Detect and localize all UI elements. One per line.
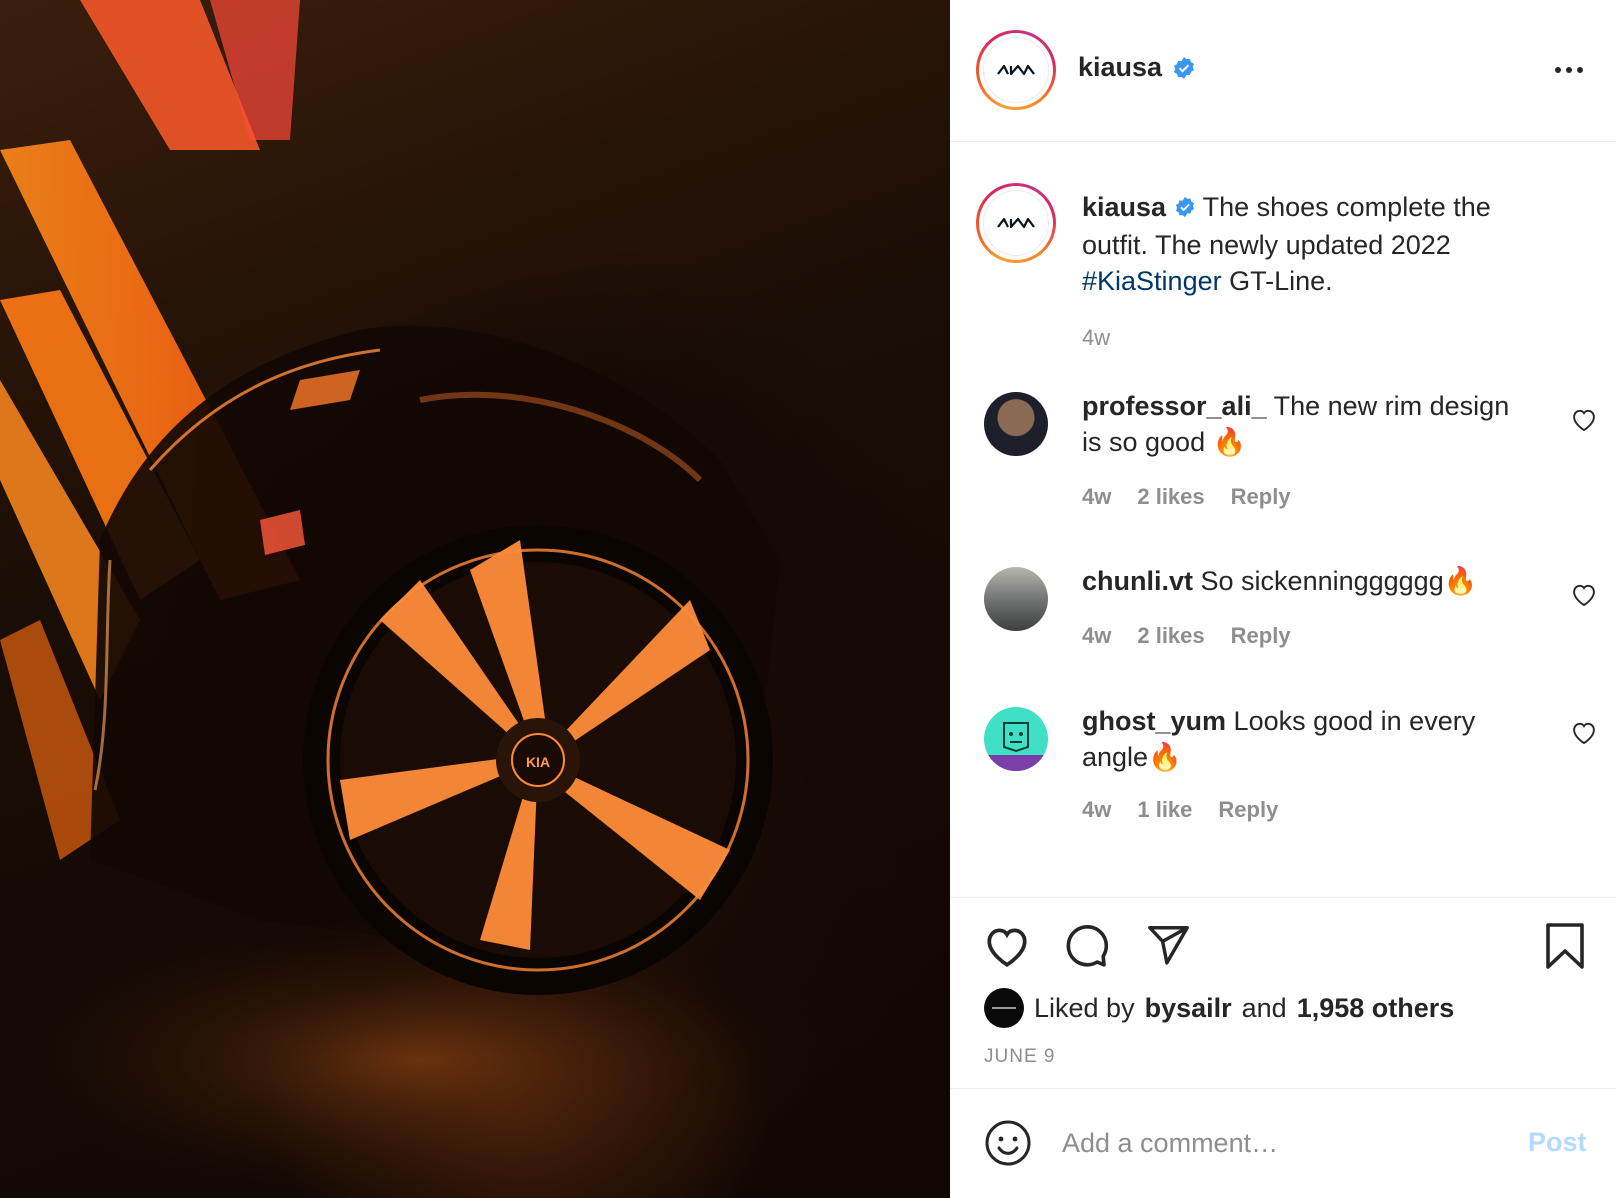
comment-meta: 4w 2 likes Reply — [1082, 623, 1291, 649]
comment-heart-icon[interactable] — [1570, 719, 1598, 745]
comment-likes[interactable]: 2 likes — [1137, 484, 1204, 510]
post-date[interactable]: JUNE 9 — [984, 1046, 1055, 1068]
comment-text: professor_ali_ The new rim design is so … — [1082, 388, 1532, 460]
comment-username[interactable]: professor_ali_ — [1082, 391, 1267, 421]
caption-timestamp[interactable]: 4w — [1082, 325, 1110, 351]
commenter-avatar[interactable] — [984, 567, 1048, 631]
post-comment-button[interactable]: Post — [1528, 1127, 1587, 1158]
smiley-icon[interactable] — [984, 1119, 1032, 1167]
commenter-avatar[interactable] — [984, 707, 1048, 771]
comment-time[interactable]: 4w — [1082, 484, 1111, 510]
comment-meta: 4w 2 likes Reply — [1082, 484, 1291, 510]
add-comment-bar: Post — [950, 1088, 1616, 1198]
comment-time[interactable]: 4w — [1082, 797, 1111, 823]
comment-likes[interactable]: 2 likes — [1137, 623, 1204, 649]
comment-username[interactable]: ghost_yum — [1082, 706, 1226, 736]
post-side-panel: kiausa kiausa The shoes complete the out… — [950, 0, 1616, 1198]
liked-by-prefix: Liked by — [1034, 992, 1135, 1023]
post-header: kiausa — [950, 0, 1616, 142]
comment-bubble-icon[interactable] — [1062, 922, 1110, 970]
more-options-icon[interactable] — [1552, 58, 1586, 82]
reply-button[interactable]: Reply — [1218, 797, 1278, 823]
caption-username[interactable]: kiausa — [1082, 192, 1166, 222]
comment-text: ghost_yum Looks good in every angle🔥 — [1082, 703, 1532, 775]
comment-text: chunli.vt So sickenningggggg🔥 — [1082, 563, 1532, 599]
reply-button[interactable]: Reply — [1231, 484, 1291, 510]
post-actions: Liked by bysailr and 1,958 others JUNE 9 — [950, 897, 1616, 1087]
comment-username[interactable]: chunli.vt — [1082, 566, 1193, 596]
liked-by-and: and — [1241, 992, 1287, 1023]
svg-text:KIA: KIA — [526, 754, 550, 770]
likes-summary: Liked by bysailr and 1,958 others — [984, 988, 1454, 1028]
heart-icon[interactable] — [982, 922, 1032, 968]
caption-avatar[interactable] — [976, 183, 1056, 263]
commenter-avatar[interactable] — [984, 392, 1048, 456]
verified-badge-icon — [1172, 56, 1196, 85]
comment-likes[interactable]: 1 like — [1137, 797, 1192, 823]
paper-plane-icon[interactable] — [1144, 922, 1192, 968]
liker-username[interactable]: bysailr — [1145, 993, 1232, 1024]
bookmark-icon[interactable] — [1544, 922, 1586, 970]
likes-others[interactable]: 1,958 others — [1297, 993, 1455, 1024]
comment-time[interactable]: 4w — [1082, 623, 1111, 649]
author-avatar[interactable] — [976, 30, 1056, 110]
comments-list[interactable]: kiausa The shoes complete the outfit. Th… — [950, 143, 1616, 897]
comment-heart-icon[interactable] — [1570, 581, 1598, 607]
liker-avatar[interactable] — [984, 988, 1024, 1028]
kia-logo-icon — [983, 190, 1049, 256]
car-wheel-image: KIA — [0, 0, 850, 1198]
verified-badge-icon — [1174, 191, 1196, 227]
kia-logo-icon — [983, 37, 1049, 103]
author-username[interactable]: kiausa — [1078, 52, 1162, 83]
caption-tail: GT-Line. — [1229, 265, 1333, 296]
comment-meta: 4w 1 like Reply — [1082, 797, 1278, 823]
ghost-avatar-icon — [984, 722, 1048, 771]
caption-hashtag[interactable]: #KiaStinger — [1082, 266, 1222, 296]
comment-body: So sickenningggggg🔥 — [1200, 566, 1478, 596]
comment-input[interactable] — [1062, 1121, 1482, 1165]
post-photo[interactable]: KIA — [0, 0, 950, 1198]
reply-button[interactable]: Reply — [1231, 623, 1291, 649]
comment-heart-icon[interactable] — [1570, 406, 1598, 432]
caption-text: kiausa The shoes complete the outfit. Th… — [1082, 189, 1552, 299]
